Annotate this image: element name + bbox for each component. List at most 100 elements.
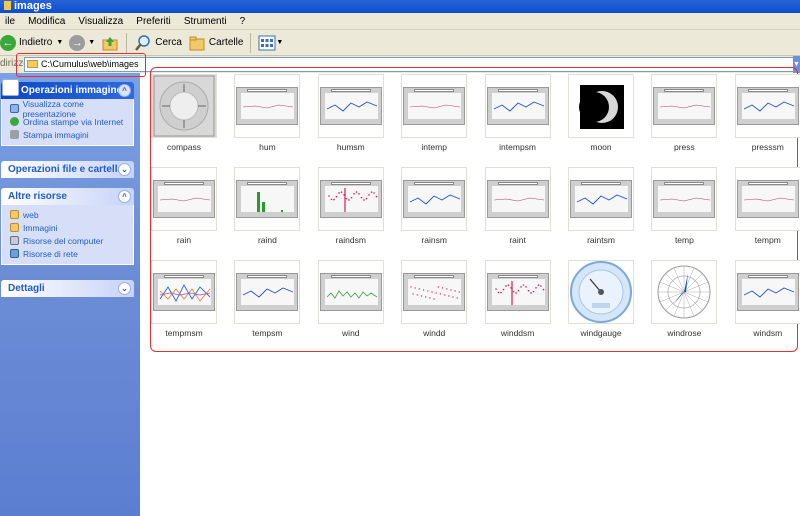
thumbnail-image — [401, 167, 468, 231]
task-print-images[interactable]: Stampa immagini — [10, 128, 133, 141]
place-web[interactable]: web — [10, 208, 133, 221]
folders-button[interactable]: Cartelle — [185, 32, 246, 54]
chart-thumbnail — [736, 87, 799, 125]
annotation-address-highlight — [16, 53, 146, 77]
slideshow-icon — [10, 104, 19, 113]
chart-thumbnail — [319, 180, 382, 218]
thumbnail-image — [568, 167, 634, 231]
window-title-bar[interactable]: images — [0, 0, 800, 13]
task-pane: Operazioni immagine ^ Visualizza come pr… — [0, 73, 140, 516]
thumbnail-image — [651, 167, 718, 231]
file-tasks-title: Operazioni file e cartella — [8, 164, 124, 175]
search-icon — [135, 34, 150, 51]
menu-view[interactable]: Visualizza — [73, 13, 128, 30]
chart-thumbnail — [736, 273, 799, 311]
chart-thumbnail — [653, 180, 716, 218]
file-name: raint — [509, 235, 526, 245]
file-name: wind — [342, 328, 360, 338]
file-name: press — [673, 142, 695, 152]
image-tasks-panel: Operazioni immagine ^ Visualizza come pr… — [1, 79, 134, 146]
up-folder-button[interactable] — [98, 32, 122, 54]
pictures-icon — [2, 79, 19, 96]
menu-help[interactable]: ? — [235, 13, 251, 30]
chart-thumbnail — [570, 180, 632, 218]
thumbnail-image — [484, 260, 551, 324]
image-tasks-header[interactable]: Operazioni immagine ^ — [1, 79, 134, 99]
place-my-computer[interactable]: Risorse del computer — [10, 234, 133, 247]
collapse-icon[interactable]: ^ — [118, 190, 131, 203]
chart-thumbnail — [236, 180, 299, 218]
chevron-down-icon: ▼ — [56, 39, 64, 46]
file-name: intemp — [421, 142, 447, 152]
image-tasks-title: Operazioni immagine — [21, 85, 123, 96]
chart-thumbnail — [736, 180, 799, 218]
task-slideshow[interactable]: Visualizza come presentazione — [10, 99, 133, 119]
compass-image — [153, 75, 215, 137]
thumbnail-image — [317, 167, 384, 231]
task-order-prints[interactable]: Ordina stampe via Internet — [10, 115, 133, 128]
folder-icon — [4, 1, 11, 10]
thumbnail-image — [734, 74, 800, 138]
chevron-down-icon: ▼ — [276, 39, 284, 46]
expand-icon[interactable]: ⌄ — [118, 282, 131, 295]
toolbar-separator — [126, 32, 128, 53]
search-button[interactable]: Cerca — [131, 32, 185, 54]
chart-thumbnail — [236, 87, 299, 125]
file-name: rain — [176, 235, 192, 245]
image-tasks-list: Visualizza come presentazione Ordina sta… — [1, 99, 134, 146]
other-places-list: web Immagini Risorse del computer Risors… — [1, 205, 134, 265]
chart-thumbnail — [486, 87, 549, 125]
chart-thumbnail — [486, 273, 549, 311]
menu-edit[interactable]: Modifica — [23, 13, 70, 30]
collapse-icon[interactable]: ^ — [118, 84, 131, 97]
file-name: windgauge — [580, 328, 622, 338]
back-label: Indietro — [19, 37, 53, 48]
network-icon — [10, 249, 19, 258]
menu-favorites[interactable]: Preferiti — [131, 13, 175, 30]
place-label: web — [23, 209, 39, 220]
place-label: Risorse del computer — [23, 235, 104, 246]
computer-icon — [10, 236, 19, 245]
file-name: moon — [590, 142, 612, 152]
window-title: images — [14, 0, 52, 12]
forward-arrow-icon: → — [69, 34, 86, 51]
thumbnail-image — [734, 167, 800, 231]
task-label: Ordina stampe via Internet — [23, 116, 124, 127]
menu-file[interactable]: ile — [0, 13, 20, 30]
folders-icon — [189, 36, 205, 50]
thumbnail-image — [734, 260, 800, 324]
file-name: humsm — [336, 142, 365, 152]
expand-icon[interactable]: ⌄ — [118, 163, 131, 176]
forward-button[interactable]: → ▼ — [66, 32, 98, 54]
thumbnail-image — [151, 74, 217, 138]
details-title: Dettagli — [8, 283, 45, 294]
views-button[interactable]: ▼ — [255, 32, 286, 54]
other-places-title: Altre risorse — [8, 191, 67, 202]
other-places-header[interactable]: Altre risorse ^ — [1, 188, 134, 205]
back-button[interactable]: ← Indietro ▼ — [0, 32, 66, 54]
thumbnail-image — [317, 260, 384, 324]
thumbnail-image — [317, 74, 384, 138]
chart-thumbnail — [236, 273, 299, 311]
details-header[interactable]: Dettagli ⌄ — [1, 280, 134, 297]
file-tasks-header[interactable]: Operazioni file e cartella ⌄ — [1, 161, 134, 178]
thumbnail-image — [401, 74, 468, 138]
file-name: raindsm — [335, 235, 366, 245]
thumbnail-image — [568, 260, 634, 324]
file-name: rainsm — [421, 235, 447, 245]
chart-thumbnail — [486, 180, 549, 218]
thumbnail-image — [484, 167, 551, 231]
thumbnail-image — [234, 74, 301, 138]
place-network[interactable]: Risorse di rete — [10, 247, 133, 260]
thumbnail-image — [401, 260, 468, 324]
menu-tools[interactable]: Strumenti — [179, 13, 232, 30]
thumbnail-image — [484, 74, 551, 138]
details-panel: Dettagli ⌄ — [1, 280, 134, 297]
file-name: windd — [423, 328, 446, 338]
place-images[interactable]: Immagini — [10, 221, 133, 234]
file-name: raind — [257, 235, 277, 245]
file-name: tempmsm — [165, 328, 203, 338]
menu-bar: ile Modifica Visualizza Preferiti Strume… — [0, 13, 800, 30]
thumbnail-image — [651, 74, 718, 138]
chart-thumbnail — [319, 273, 382, 311]
